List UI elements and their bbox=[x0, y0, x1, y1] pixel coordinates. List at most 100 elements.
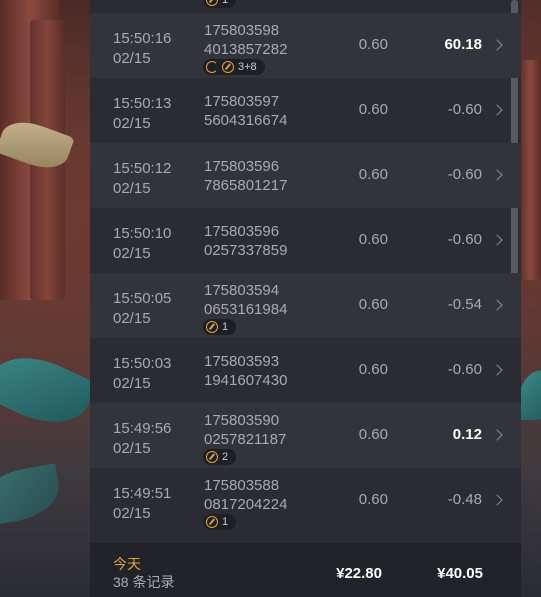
feature-badge: 3+8 bbox=[203, 59, 265, 75]
row-timestamp: 15:50:10 02/15 bbox=[113, 224, 171, 264]
coin-icon bbox=[206, 451, 218, 463]
badge-count: 1 bbox=[222, 321, 229, 333]
day-label: 今天 bbox=[113, 556, 141, 572]
chevron-right-icon[interactable] bbox=[491, 494, 503, 506]
round-id-part2: 0257821187 bbox=[204, 431, 287, 448]
coin-icon bbox=[206, 0, 218, 6]
row-bet: 0.60 bbox=[358, 426, 388, 443]
row-profit-loss: -0.48 bbox=[447, 491, 482, 508]
row-round-id: 175803598 4013857282 bbox=[204, 21, 287, 59]
round-id-part1: 175803594 bbox=[204, 282, 280, 299]
row-time: 15:50:10 bbox=[113, 225, 172, 242]
row-date: 02/15 bbox=[113, 245, 151, 262]
row-date: 02/15 bbox=[113, 50, 151, 67]
row-bet: 0.60 bbox=[358, 296, 388, 313]
table-row[interactable]: 15:49:56 02/15 175803590 0257821187 2 0.60 0.1… bbox=[90, 403, 521, 468]
row-round-id: 175803590 0257821187 bbox=[204, 411, 286, 449]
row-round-id: 175803588 0817204224 bbox=[204, 476, 287, 514]
table-row[interactable]: 15:50:16 02/15 175803598 4013857282 3+8 0.60 6… bbox=[90, 13, 521, 78]
row-round-id: 175803594 0653161984 bbox=[204, 281, 287, 319]
respin-icon bbox=[206, 61, 218, 73]
row-round-id: 175803593 1941607430 bbox=[204, 352, 287, 390]
partial-row-badge: 1 bbox=[203, 0, 237, 8]
row-date: 02/15 bbox=[113, 310, 151, 327]
chevron-right-icon[interactable] bbox=[491, 39, 503, 51]
row-time: 15:49:56 bbox=[113, 420, 172, 437]
row-timestamp: 15:49:51 02/15 bbox=[113, 484, 171, 524]
row-round-id: 175803597 5604316674 bbox=[204, 92, 287, 130]
chevron-right-icon[interactable] bbox=[491, 104, 503, 116]
round-id-part2: 1941607430 bbox=[204, 372, 288, 389]
row-time: 15:49:51 bbox=[113, 485, 172, 502]
row-bet: 0.60 bbox=[358, 491, 388, 508]
profit-loss-total: ¥40.05 bbox=[437, 565, 483, 582]
row-date: 02/15 bbox=[113, 180, 151, 197]
feature-badge: 1 bbox=[203, 319, 237, 335]
row-time: 15:50:13 bbox=[113, 95, 172, 112]
background-art-right bbox=[519, 0, 541, 597]
row-time: 15:50:03 bbox=[113, 355, 172, 372]
background-art-left bbox=[0, 0, 90, 597]
row-timestamp: 15:50:12 02/15 bbox=[113, 159, 171, 199]
round-id-part2: 7865801217 bbox=[204, 177, 288, 194]
round-id-part1: 175803590 bbox=[204, 412, 280, 429]
row-time: 15:50:12 bbox=[113, 160, 172, 177]
table-row[interactable]: 15:50:10 02/15 175803596 0257337859 0.60 -0.6… bbox=[90, 208, 521, 273]
feature-badge: 1 bbox=[203, 514, 237, 530]
row-time: 15:50:05 bbox=[113, 290, 172, 307]
row-profit-loss: 60.18 bbox=[444, 36, 482, 53]
round-id-part1: 175803588 bbox=[204, 477, 280, 494]
record-count: 38 条记录 bbox=[113, 574, 175, 590]
chevron-right-icon[interactable] bbox=[491, 169, 503, 181]
row-date: 02/15 bbox=[113, 505, 151, 522]
row-timestamp: 15:50:03 02/15 bbox=[113, 354, 171, 394]
chevron-right-icon[interactable] bbox=[491, 364, 503, 376]
round-id-part1: 175803598 bbox=[204, 22, 280, 39]
round-id-part2: 0653161984 bbox=[204, 301, 288, 318]
round-id-part2: 0817204224 bbox=[204, 496, 288, 513]
chevron-right-icon[interactable] bbox=[491, 299, 503, 311]
coin-icon bbox=[206, 321, 218, 333]
row-bet: 0.60 bbox=[358, 231, 388, 248]
row-timestamp: 15:49:56 02/15 bbox=[113, 419, 171, 459]
row-profit-loss: -0.60 bbox=[447, 361, 482, 378]
coin-icon bbox=[206, 516, 218, 528]
round-id-part2: 0257337859 bbox=[204, 242, 288, 259]
row-bet: 0.60 bbox=[358, 101, 388, 118]
row-round-id: 175803596 0257337859 bbox=[204, 222, 287, 260]
feature-badge: 2 bbox=[203, 449, 237, 465]
row-profit-loss: -0.54 bbox=[447, 296, 482, 313]
bet-total: ¥22.80 bbox=[336, 565, 382, 582]
table-row[interactable]: 15:50:05 02/15 175803594 0653161984 1 0.60 -0.… bbox=[90, 273, 521, 338]
round-id-part1: 175803593 bbox=[204, 353, 280, 370]
row-timestamp: 15:50:13 02/15 bbox=[113, 94, 171, 134]
row-bet: 0.60 bbox=[358, 36, 388, 53]
row-time: 15:50:16 bbox=[113, 30, 172, 47]
badge-count: 1 bbox=[222, 516, 229, 528]
row-date: 02/15 bbox=[113, 375, 151, 392]
chevron-right-icon[interactable] bbox=[491, 429, 503, 441]
table-row[interactable]: 15:50:13 02/15 175803597 5604316674 0.60 -0.6… bbox=[90, 78, 521, 143]
row-round-id: 175803596 7865801217 bbox=[204, 157, 287, 195]
row-timestamp: 15:50:05 02/15 bbox=[113, 289, 171, 329]
table-row[interactable]: 15:50:03 02/15 175803593 1941607430 0.60 -0.6… bbox=[90, 338, 521, 403]
row-timestamp: 15:50:16 02/15 bbox=[113, 29, 171, 69]
coin-icon bbox=[222, 61, 234, 73]
round-id-part1: 175803597 bbox=[204, 93, 280, 110]
row-profit-loss: -0.60 bbox=[447, 101, 482, 118]
row-profit-loss: -0.60 bbox=[447, 231, 482, 248]
row-date: 02/15 bbox=[113, 115, 151, 132]
chevron-right-icon[interactable] bbox=[491, 234, 503, 246]
table-row[interactable]: 15:50:12 02/15 175803596 7865801217 0.60 -0.6… bbox=[90, 143, 521, 208]
row-date: 02/15 bbox=[113, 440, 151, 457]
table-row[interactable]: 15:49:51 02/15 175803588 0817204224 1 0.60 -0.… bbox=[90, 468, 521, 533]
row-bet: 0.60 bbox=[358, 166, 388, 183]
round-id-part2: 5604316674 bbox=[204, 112, 288, 129]
round-id-part1: 175803596 bbox=[204, 158, 280, 175]
summary-footer: 今天 38 条记录 ¥22.80 ¥40.05 bbox=[90, 543, 521, 597]
round-id-part1: 175803596 bbox=[204, 223, 280, 240]
round-id-part2: 4013857282 bbox=[204, 41, 288, 58]
row-profit-loss: -0.60 bbox=[447, 166, 482, 183]
row-profit-loss: 0.12 bbox=[452, 426, 482, 443]
row-bet: 0.60 bbox=[358, 361, 388, 378]
